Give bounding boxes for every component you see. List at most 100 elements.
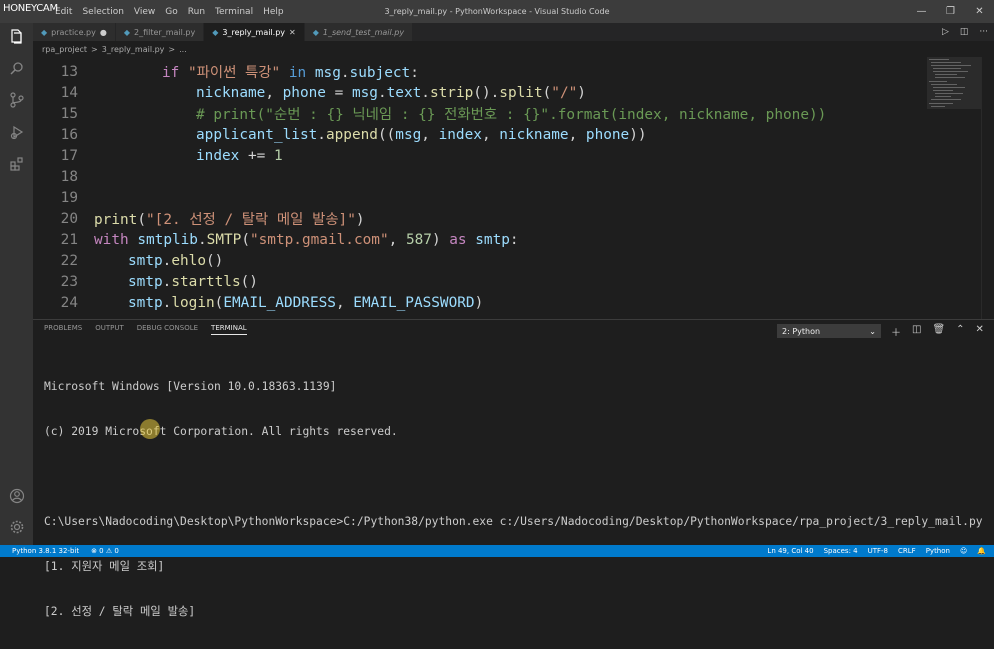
editor-actions: ▷ ◫ ··· [942, 23, 988, 41]
activity-bar [0, 23, 33, 545]
code-text: smtp.login(EMAIL_ADDRESS, EMAIL_PASSWORD… [128, 294, 484, 311]
code-text: index += 1 [196, 147, 283, 164]
search-icon[interactable] [8, 59, 25, 76]
line-number: 18 [60, 168, 78, 185]
title-bar: 3_reply_mail.py - PythonWorkspace - Visu… [0, 0, 994, 23]
breadcrumb-file[interactable]: 3_reply_mail.py [102, 45, 165, 54]
tab-practice[interactable]: ◆ practice.py ● [33, 23, 116, 41]
editor-scrollbar[interactable] [981, 57, 994, 319]
settings-gear-icon[interactable] [8, 518, 25, 535]
menu-run[interactable]: Run [185, 7, 212, 17]
code-line: 15 # print("순번 : {} 닉네임 : {} 전화번호 : {}".… [33, 103, 827, 124]
menu-help[interactable]: Help [260, 7, 291, 17]
unsaved-dot-icon[interactable]: ● [100, 28, 107, 37]
line-number: 24 [60, 294, 78, 311]
terminal-output[interactable]: Microsoft Windows [Version 10.0.18363.11… [44, 349, 983, 649]
extensions-icon[interactable] [8, 155, 25, 172]
terminal-select-value: 2: Python [782, 326, 821, 336]
problems-count[interactable]: ⊗ 0 ⚠ 0 [91, 547, 119, 555]
tab-filter-mail[interactable]: ◆ 2_filter_mail.py [115, 23, 205, 41]
code-text: smtp.ehlo() [128, 252, 224, 269]
line-number: 20 [60, 210, 78, 227]
feedback-icon[interactable]: ☺ [960, 547, 967, 555]
terminal-line: C:\Users\Nadocoding\Desktop\PythonWorksp… [44, 515, 983, 528]
status-bar: Python 3.8.1 32-bit ⊗ 0 ⚠ 0 Ln 49, Col 4… [0, 545, 994, 557]
code-text: # print("순번 : {} 닉네임 : {} 전화번호 : {}".for… [196, 107, 827, 123]
code-text: applicant_list.append((msg, index, nickn… [196, 126, 647, 143]
code-line: 21 with smtplib.SMTP("smtp.gmail.com", 5… [33, 229, 519, 250]
python-file-icon: ◆ [312, 27, 319, 37]
terminal-select[interactable]: 2: Python ⌄ [777, 324, 881, 338]
line-number: 22 [60, 252, 78, 269]
close-panel-icon[interactable]: ✕ [976, 324, 984, 339]
tab-send-test-mail[interactable]: ◆ 1_send_test_mail.py [304, 23, 414, 41]
terminal-line: Microsoft Windows [Version 10.0.18363.11… [44, 380, 337, 393]
terminal-line: [1. 지원자 메일 조회] [44, 560, 165, 573]
code-line: 17 index += 1 [33, 145, 283, 166]
close-icon[interactable]: ✕ [965, 0, 994, 23]
line-number: 16 [60, 126, 78, 143]
line-number: 13 [60, 63, 78, 80]
notifications-icon[interactable]: 🔔 [977, 547, 986, 555]
split-terminal-icon[interactable]: ◫ [912, 324, 921, 339]
minimap[interactable] [927, 57, 982, 319]
code-line: 13 if "파이썬 특강" in msg.subject: [33, 61, 419, 82]
code-editor[interactable]: 13 if "파이썬 특강" in msg.subject: 14 nickna… [33, 57, 994, 319]
breadcrumb-folder[interactable]: rpa_project [42, 45, 87, 54]
menu-selection[interactable]: Selection [79, 7, 130, 17]
tab-output[interactable]: OUTPUT [95, 324, 124, 335]
menu-go[interactable]: Go [162, 7, 184, 17]
trash-icon[interactable]: 🗑 [932, 324, 945, 339]
menu-bar: Edit Selection View Go Run Terminal Help [52, 0, 291, 23]
terminal-line: (c) 2019 Microsoft Corporation. All righ… [44, 425, 398, 438]
breadcrumb: rpa_project > 3_reply_mail.py > ... [33, 41, 994, 57]
maximize-panel-icon[interactable]: ⌃ [956, 324, 964, 339]
watermark-label: HONEYCAM [3, 3, 58, 14]
restore-icon[interactable]: ❐ [936, 0, 965, 23]
breadcrumb-separator: > [91, 44, 98, 54]
chevron-down-icon: ⌄ [869, 326, 876, 336]
code-text: nickname, phone = msg.text.strip().split… [196, 84, 586, 101]
minimize-icon[interactable]: — [907, 0, 936, 23]
line-ending[interactable]: CRLF [898, 547, 916, 555]
code-line: 22 smtp.ehlo() [33, 250, 224, 271]
line-number: 17 [60, 147, 78, 164]
source-control-icon[interactable] [8, 91, 25, 108]
language-mode[interactable]: Python [926, 547, 950, 555]
python-file-icon: ◆ [123, 27, 130, 37]
menu-view[interactable]: View [131, 7, 162, 17]
more-actions-icon[interactable]: ··· [979, 27, 988, 37]
code-line: 19 [33, 187, 78, 208]
encoding[interactable]: UTF-8 [868, 547, 888, 555]
tab-terminal[interactable]: TERMINAL [211, 324, 247, 335]
line-number: 19 [60, 189, 78, 206]
code-text: print("[2. 선정 / 탈락 메일 발송]") [94, 212, 365, 228]
indentation[interactable]: Spaces: 4 [824, 547, 858, 555]
split-editor-icon[interactable]: ◫ [960, 27, 969, 37]
run-file-icon[interactable]: ▷ [942, 27, 949, 37]
terminal-line: [2. 선정 / 탈락 메일 발송] [44, 605, 196, 618]
window-controls: — ❐ ✕ [907, 0, 994, 23]
code-line: 16 applicant_list.append((msg, index, ni… [33, 124, 647, 145]
panel-actions: ＋ ◫ 🗑 ⌃ ✕ [891, 324, 984, 339]
code-line: 18 [33, 166, 78, 187]
run-debug-icon[interactable] [8, 123, 25, 140]
menu-terminal[interactable]: Terminal [212, 7, 260, 17]
cursor-position[interactable]: Ln 49, Col 40 [767, 547, 813, 555]
line-number: 14 [60, 84, 78, 101]
editor-tabs: ◆ practice.py ● ◆ 2_filter_mail.py ◆ 3_r… [33, 23, 994, 41]
panel-tabs: PROBLEMS OUTPUT DEBUG CONSOLE TERMINAL [44, 324, 247, 335]
python-file-icon: ◆ [212, 27, 219, 37]
mouse-cursor-highlight [140, 419, 160, 439]
python-interpreter[interactable]: Python 3.8.1 32-bit [12, 547, 79, 555]
code-text: if "파이썬 특강" in msg.subject: [162, 65, 419, 81]
account-icon[interactable] [8, 487, 25, 504]
tab-problems[interactable]: PROBLEMS [44, 324, 82, 335]
close-tab-icon[interactable]: ✕ [289, 28, 296, 37]
new-terminal-icon[interactable]: ＋ [891, 324, 901, 339]
tab-debug-console[interactable]: DEBUG CONSOLE [137, 324, 198, 335]
breadcrumb-symbol[interactable]: ... [179, 45, 187, 54]
tab-reply-mail[interactable]: ◆ 3_reply_mail.py ✕ [204, 23, 305, 41]
explorer-icon[interactable] [8, 27, 25, 44]
